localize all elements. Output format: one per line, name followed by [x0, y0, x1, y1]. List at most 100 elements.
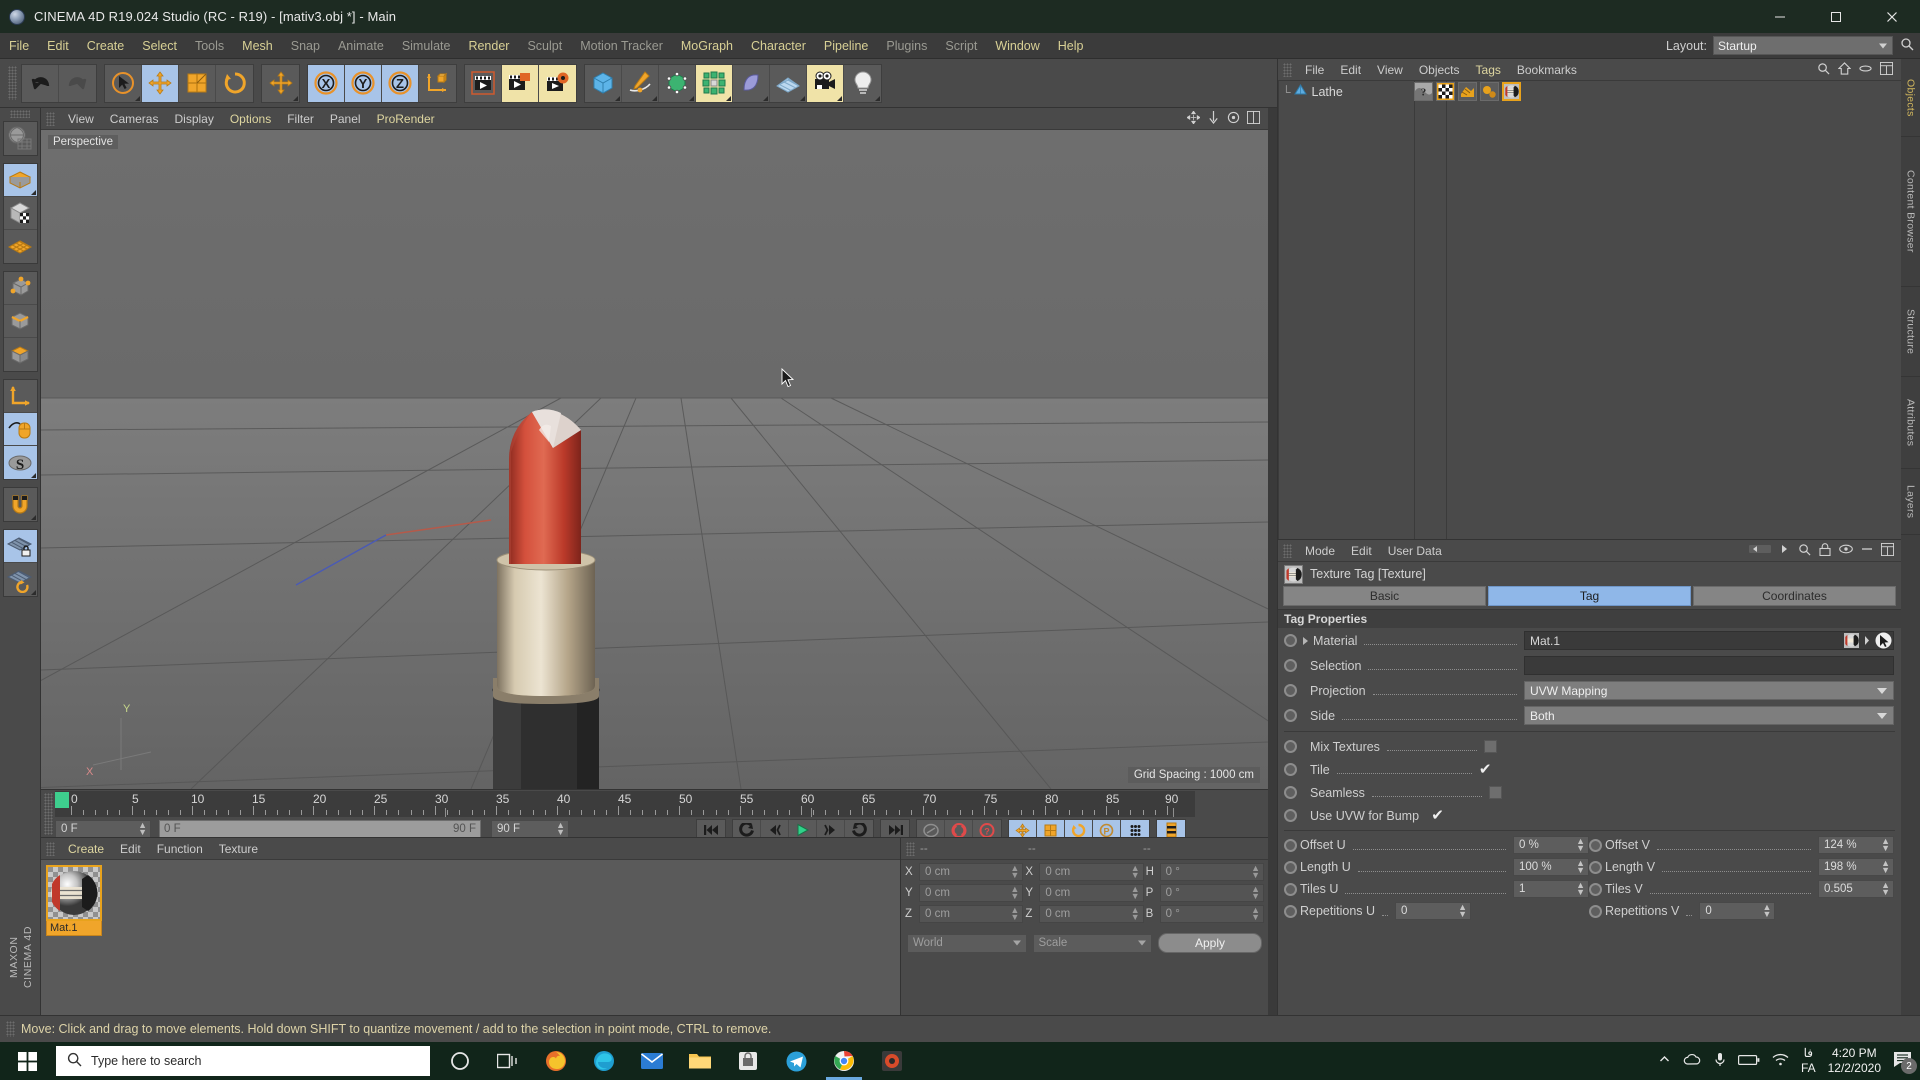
back-arrow-icon[interactable] — [1749, 543, 1771, 558]
seamless-checkbox[interactable] — [1488, 786, 1502, 799]
menu-animate[interactable]: Animate — [329, 33, 393, 59]
add-environment-button[interactable] — [770, 64, 807, 102]
dock-tab-structure[interactable]: Structure — [1901, 287, 1920, 377]
polygons-mode-button[interactable] — [3, 338, 37, 371]
move-axis-tool[interactable] — [262, 64, 299, 102]
property-animate-dot-mix-textures[interactable] — [1284, 740, 1297, 753]
menu-character[interactable]: Character — [742, 33, 815, 59]
property-animate-dot-length-u[interactable] — [1284, 860, 1297, 874]
size-y-field[interactable]: 0 cm ▲ ▼ — [1039, 884, 1144, 902]
material-link-field[interactable]: Mat.1 — [1524, 631, 1894, 650]
length-v-field[interactable]: 198 % ▲ ▼ — [1818, 858, 1894, 876]
material-menu-create[interactable]: Create — [60, 838, 112, 860]
menu-help[interactable]: Help — [1049, 33, 1093, 59]
property-animate-dot-offset-v[interactable] — [1589, 838, 1602, 852]
viewport-menu-display[interactable]: Display — [166, 108, 221, 130]
make-editable-icon[interactable] — [3, 122, 37, 155]
home-icon[interactable] — [1837, 61, 1852, 78]
phong-tag-icon[interactable]: ? — [1414, 82, 1433, 101]
maximize-button[interactable] — [1808, 0, 1864, 33]
firefox-icon[interactable] — [532, 1042, 580, 1080]
spinner-icon[interactable]: ▲ ▼ — [1251, 864, 1260, 880]
property-animate-dot-length-v[interactable] — [1589, 860, 1602, 874]
rotate-tool[interactable] — [216, 64, 253, 102]
layout-icon[interactable] — [1881, 542, 1894, 559]
model-mode-button[interactable] — [3, 164, 37, 197]
store-icon[interactable] — [724, 1042, 772, 1080]
menu-file[interactable]: File — [0, 33, 38, 59]
side-dropdown[interactable]: Both — [1524, 706, 1894, 725]
menu-window[interactable]: Window — [986, 33, 1048, 59]
property-animate-dot-tiles-v[interactable] — [1589, 882, 1602, 896]
position-y-field[interactable]: 0 cm ▲ ▼ — [919, 884, 1024, 902]
polygon-grid-button[interactable] — [3, 230, 37, 263]
spinner-icon[interactable]: ▲ ▼ — [1576, 859, 1585, 875]
zoom-view-icon[interactable] — [1207, 110, 1220, 127]
microphone-icon[interactable] — [1714, 1052, 1726, 1070]
search-icon[interactable] — [1817, 62, 1830, 78]
property-animate-dot-use-uvw-bump[interactable] — [1284, 809, 1297, 822]
forward-arrow-icon[interactable] — [1779, 543, 1790, 558]
dock-tab-objects[interactable]: Objects — [1901, 59, 1920, 137]
soft-selection-icon[interactable]: S — [3, 446, 37, 479]
start-button[interactable] — [0, 1042, 54, 1080]
viewport-menu-prorender[interactable]: ProRender — [369, 108, 443, 130]
offset-v-field[interactable]: 124 % ▲ ▼ — [1818, 836, 1894, 854]
scale-tool[interactable] — [179, 64, 216, 102]
material-menu-texture[interactable]: Texture — [211, 838, 266, 860]
tab-coordinates[interactable]: Coordinates — [1693, 586, 1896, 606]
menu-plugins[interactable]: Plugins — [877, 33, 936, 59]
menu-sculpt[interactable]: Sculpt — [518, 33, 571, 59]
file-explorer-icon[interactable] — [676, 1042, 724, 1080]
menu-pipeline[interactable]: Pipeline — [815, 33, 877, 59]
viewport-menu-view[interactable]: View — [60, 108, 102, 130]
rotation-h-field[interactable]: 0 ° ▲ ▼ — [1159, 863, 1264, 881]
left-toolbar-grip[interactable] — [10, 110, 30, 118]
uvw-tag-icon[interactable] — [1436, 82, 1455, 101]
action-center-icon[interactable]: 2 — [1893, 1051, 1917, 1074]
pick-object-icon[interactable] — [1875, 632, 1892, 652]
battery-icon[interactable] — [1737, 1054, 1760, 1069]
spinner-icon[interactable]: ▲ ▼ — [1458, 903, 1467, 919]
spinner-icon[interactable]: ▲ ▼ — [1010, 885, 1019, 901]
tile-checkbox[interactable]: ✔ — [1479, 762, 1492, 777]
language-indicator[interactable]: فا FA — [1801, 1046, 1816, 1076]
clock[interactable]: 4:20 PM 12/2/2020 — [1828, 1046, 1881, 1076]
object-menu-tags[interactable]: Tags — [1468, 59, 1509, 81]
object-menu-edit[interactable]: Edit — [1332, 59, 1369, 81]
tiles-u-field[interactable]: 1 ▲ ▼ — [1513, 880, 1589, 898]
spinner-icon[interactable]: ▲ ▼ — [1762, 903, 1771, 919]
material-menu-edit[interactable]: Edit — [112, 838, 149, 860]
menu-simulate[interactable]: Simulate — [393, 33, 460, 59]
maximize-viewport-icon[interactable] — [1247, 110, 1260, 127]
ellipse-icon[interactable] — [1859, 62, 1872, 78]
eye-icon[interactable] — [1839, 543, 1853, 558]
y-axis-lock-button[interactable]: Y — [345, 64, 382, 102]
material-thumbnail[interactable] — [46, 865, 102, 921]
end-frame-field[interactable]: 90 F ▲ ▼ — [491, 820, 569, 838]
tab-tag[interactable]: Tag — [1488, 586, 1691, 606]
length-u-field[interactable]: 100 % ▲ ▼ — [1513, 858, 1589, 876]
position-z-field[interactable]: 0 cm ▲ ▼ — [919, 905, 1024, 923]
edges-mode-button[interactable] — [3, 305, 37, 338]
spinner-icon[interactable]: ▲ ▼ — [1251, 885, 1260, 901]
menu-render[interactable]: Render — [459, 33, 518, 59]
chrome-icon[interactable] — [820, 1042, 868, 1080]
chevron-right-icon[interactable] — [1863, 635, 1871, 649]
timeline-ruler[interactable]: 0 5 10 15 20 25 30 35 40 45 50 55 60 65 … — [55, 791, 1195, 817]
property-animate-dot-repetitions-u[interactable] — [1284, 904, 1297, 918]
texture-tag-icon[interactable] — [1502, 82, 1521, 101]
viewport-menu-options[interactable]: Options — [222, 108, 279, 130]
x-axis-lock-button[interactable]: X — [308, 64, 345, 102]
attribute-menu-edit[interactable]: Edit — [1343, 540, 1380, 562]
property-animate-dot-material[interactable] — [1284, 634, 1297, 647]
viewport-grip[interactable] — [46, 111, 55, 126]
material-manager-grip[interactable] — [46, 841, 55, 856]
object-menu-view[interactable]: View — [1369, 59, 1411, 81]
add-nurbs-button[interactable] — [659, 64, 696, 102]
rotate-view-icon[interactable] — [1227, 111, 1240, 127]
selection-field[interactable] — [1524, 656, 1894, 675]
use-uvw-for-bump-checkbox[interactable]: ✔ — [1431, 808, 1444, 823]
object-row-lathe[interactable]: └ Lathe — [1278, 81, 1901, 103]
task-view-icon[interactable] — [484, 1042, 532, 1080]
